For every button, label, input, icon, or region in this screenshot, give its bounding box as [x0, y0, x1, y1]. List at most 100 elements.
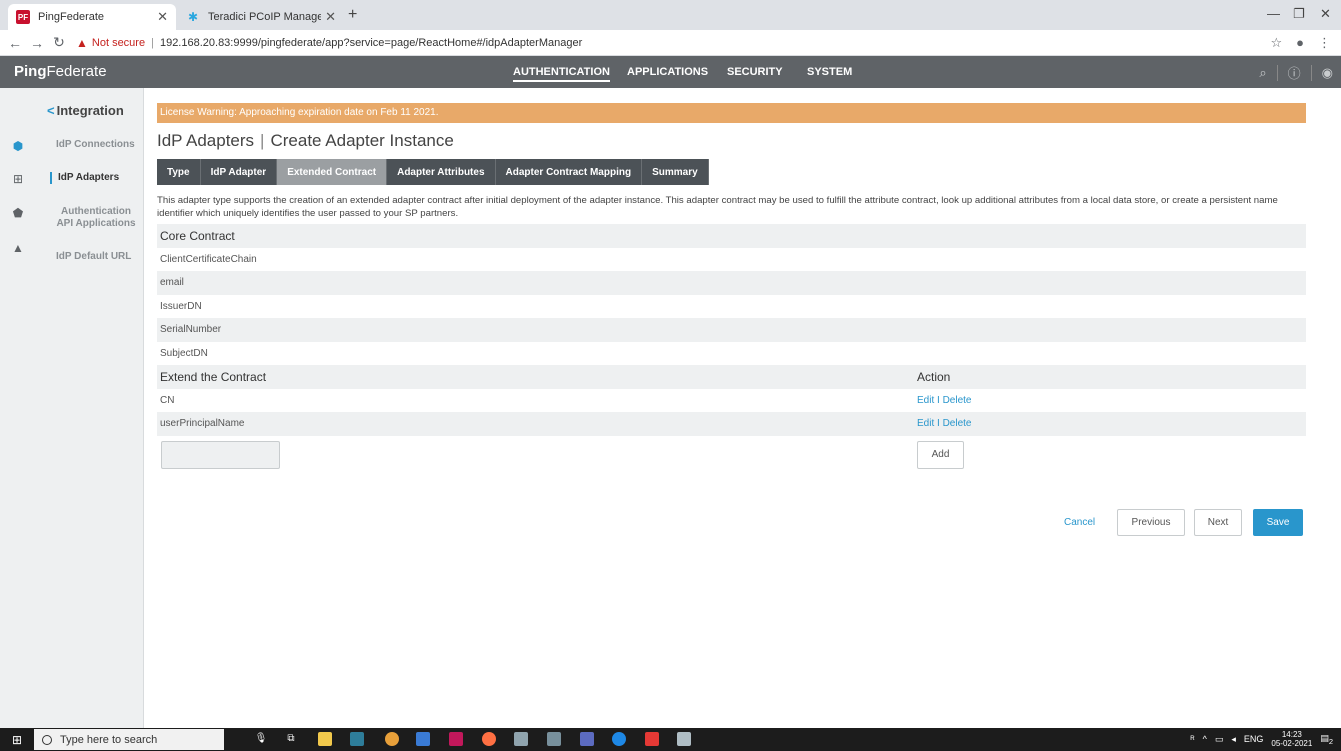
not-secure-label: Not secure — [91, 36, 146, 49]
windows-start-icon[interactable]: ⊞ — [12, 733, 22, 747]
separator: | — [151, 36, 154, 49]
core-contract-row: IssuerDN — [160, 300, 202, 312]
bookmark-star-icon[interactable]: ☆ — [1270, 35, 1282, 51]
nav-authentication[interactable]: AUTHENTICATION — [513, 66, 610, 82]
app-icon[interactable] — [416, 732, 430, 746]
core-contract-row: ClientCertificateChain — [160, 253, 257, 265]
app-header: PingFederate AUTHENTICATION APPLICATIONS… — [0, 56, 1341, 88]
menu-icon[interactable]: ⋮ — [1318, 35, 1331, 51]
system-tray: ᴿ ^ ▭ ◂ ENG 14:23 05-02-2021 ▤2 — [1191, 730, 1333, 748]
forward-arrow-icon[interactable]: → — [26, 35, 48, 51]
step-idp-adapter[interactable]: IdP Adapter — [200, 159, 278, 185]
tab-teradici[interactable]: ✱ Teradici PCoIP Management Con ✕ — [178, 4, 344, 30]
search-icon[interactable]: ⌕ — [1259, 65, 1266, 81]
action-column-header: Action — [917, 369, 951, 384]
file-explorer-icon[interactable] — [318, 732, 332, 746]
add-attribute-row: Add — [157, 436, 1306, 476]
add-button[interactable]: Add — [917, 440, 964, 469]
taskbar-search-box[interactable]: Type here to search — [34, 729, 224, 750]
omnibox[interactable]: ▲ Not secure | 192.168.20.83:9999/pingfe… — [76, 36, 582, 50]
address-bar: ← → ↻ ▲ Not secure | 192.168.20.83:9999/… — [0, 30, 1341, 56]
network-icon[interactable]: ▭ — [1215, 734, 1224, 745]
url-text[interactable]: 192.168.20.83:9999/pingfederate/app?serv… — [160, 37, 582, 49]
chevron-up-icon[interactable]: ^ — [1203, 734, 1207, 744]
cancel-link[interactable]: Cancel — [1064, 517, 1095, 528]
sidebar-item-idp-default-url[interactable]: IdP Default URL — [56, 251, 131, 263]
license-warning-banner: License Warning: Approaching expiration … — [157, 103, 1306, 123]
main-content: License Warning: Approaching expiration … — [157, 103, 1306, 476]
minimize-icon[interactable]: — — [1267, 6, 1280, 21]
previous-button[interactable]: Previous — [1117, 509, 1185, 536]
new-tab-icon[interactable]: + — [348, 6, 357, 24]
teradici-favicon-icon: ✱ — [187, 10, 199, 24]
nav-security[interactable]: SECURITY — [727, 66, 783, 78]
tab-pingfederate[interactable]: PF PingFederate ✕ — [8, 4, 176, 30]
edge-icon[interactable] — [612, 732, 626, 746]
tab-title: Teradici PCoIP Management Con — [208, 11, 322, 23]
sidebar-item-idp-adapters[interactable]: IdP Adapters — [50, 172, 119, 184]
microphone-icon[interactable]: 🎙 — [254, 732, 268, 746]
app-icon[interactable] — [514, 732, 528, 746]
clock[interactable]: 14:23 05-02-2021 — [1271, 730, 1312, 748]
core-contract-header: Core Contract — [157, 224, 1306, 248]
next-button[interactable]: Next — [1194, 509, 1242, 536]
nav-system[interactable]: SYSTEM — [807, 66, 852, 78]
step-type[interactable]: Type — [157, 159, 201, 185]
icon-rail: ⬢ ⊞ ⬟ ▲ — [0, 88, 38, 728]
shield-check-icon[interactable]: ⬢ — [11, 139, 25, 153]
close-tab-icon[interactable]: ✕ — [325, 9, 336, 25]
user-icon[interactable]: ◉ — [1322, 65, 1333, 81]
wizard-steps: Type IdP Adapter Extended Contract Adapt… — [157, 159, 1306, 185]
language-indicator[interactable]: ENG — [1244, 734, 1264, 744]
step-summary[interactable]: Summary — [642, 159, 709, 185]
app-icon[interactable] — [449, 732, 463, 746]
people-icon[interactable]: ᴿ — [1191, 734, 1195, 744]
pingfederate-logo[interactable]: PingFederate — [14, 63, 107, 80]
sidebar: < Integration IdP Connections IdP Adapter… — [38, 88, 144, 728]
system-icon[interactable]: ▲ — [11, 241, 25, 255]
back-to-integration[interactable]: < Integration — [47, 103, 124, 118]
description-text: This adapter type supports the creation … — [157, 195, 1278, 219]
app-icon[interactable] — [580, 732, 594, 746]
nav-applications[interactable]: APPLICATIONS — [627, 66, 708, 78]
core-contract-row: email — [157, 271, 1306, 295]
extended-contract-row: userPrincipalName Edit I Delete — [157, 412, 1306, 436]
app-icon[interactable] — [677, 732, 691, 746]
profile-icon[interactable]: ● — [1296, 35, 1304, 51]
step-adapter-attributes[interactable]: Adapter Attributes — [387, 159, 496, 185]
edit-delete-link[interactable]: Edit I Delete — [917, 395, 971, 406]
terminal-icon[interactable] — [547, 732, 561, 746]
app-icon[interactable] — [645, 732, 659, 746]
edit-delete-link[interactable]: Edit I Delete — [917, 418, 971, 429]
sidebar-item-auth-api-apps[interactable]: Authentication API Applications — [56, 206, 136, 230]
chrome-icon[interactable] — [385, 732, 399, 746]
sidebar-item-idp-connections[interactable]: IdP Connections — [56, 139, 135, 151]
volume-icon[interactable]: ◂ — [1231, 734, 1236, 745]
page-title: IdP Adapters | Create Adapter Instance — [157, 131, 454, 150]
step-extended-contract[interactable]: Extended Contract — [277, 159, 388, 185]
window-close-icon[interactable]: ✕ — [1320, 6, 1331, 22]
pingfederate-favicon-icon: PF — [16, 10, 30, 24]
close-tab-icon[interactable]: ✕ — [157, 9, 168, 25]
browser-tab-bar: PF PingFederate ✕ ✱ Teradici PCoIP Manag… — [0, 0, 1341, 30]
extend-contract-header: Extend the Contract Action — [157, 365, 1306, 389]
help-icon[interactable]: ⓘ — [1288, 63, 1301, 82]
extended-contract-row: CN Edit I Delete — [160, 394, 972, 406]
integration-icon[interactable]: ⊞ — [11, 172, 25, 186]
windows-taskbar: ⊞ Type here to search 🎙 ⧉ ᴿ ^ ▭ ◂ ENG 14… — [0, 728, 1341, 751]
reload-icon[interactable]: ↻ — [48, 34, 70, 51]
save-button[interactable]: Save — [1253, 509, 1303, 536]
warning-icon: ▲ — [76, 35, 88, 50]
core-contract-row: SubjectDN — [160, 347, 208, 359]
restore-icon[interactable]: ❐ — [1293, 6, 1305, 22]
chevron-left-icon: < — [47, 103, 55, 118]
new-attribute-input[interactable] — [161, 440, 280, 469]
notification-icon[interactable]: ▤2 — [1320, 733, 1333, 746]
step-adapter-contract-mapping[interactable]: Adapter Contract Mapping — [495, 159, 643, 185]
app-icon[interactable] — [350, 732, 364, 746]
core-contract-row: SerialNumber — [157, 318, 1306, 342]
firefox-icon[interactable] — [482, 732, 496, 746]
back-arrow-icon[interactable]: ← — [4, 35, 26, 51]
security-shield-icon[interactable]: ⬟ — [11, 206, 25, 220]
task-view-icon[interactable]: ⧉ — [284, 732, 298, 746]
